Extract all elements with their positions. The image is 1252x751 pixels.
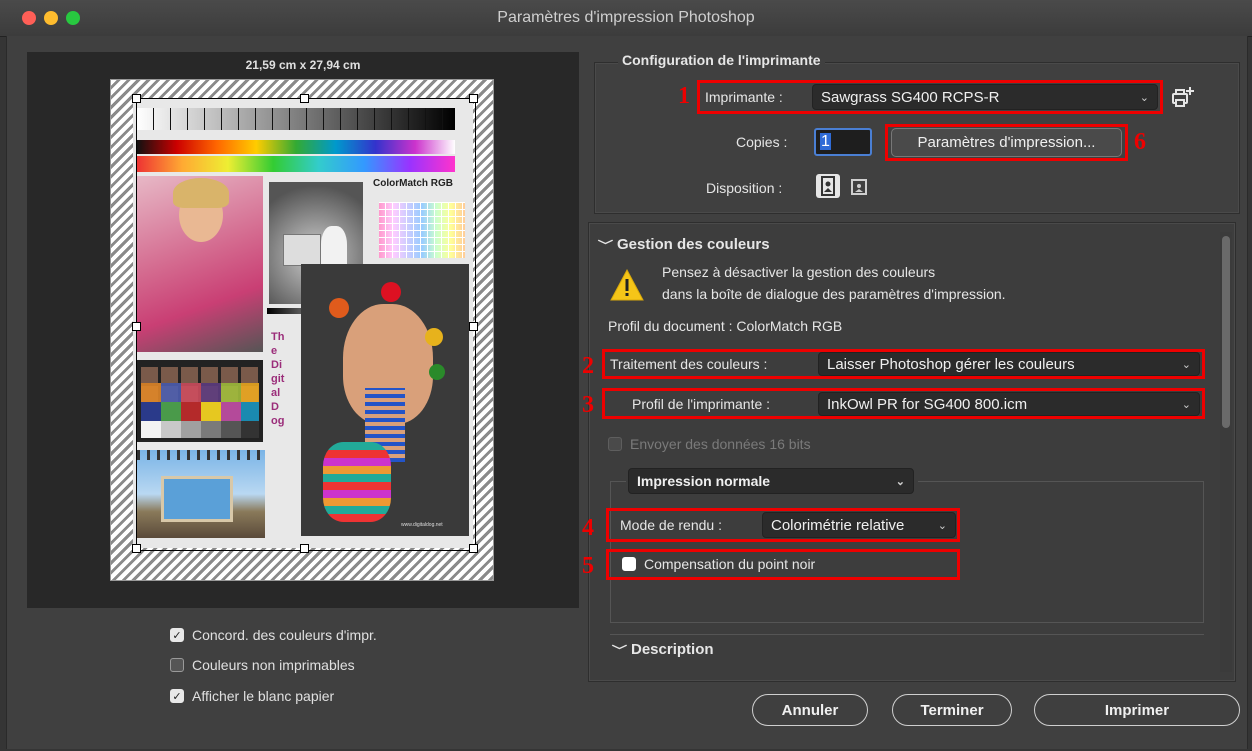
black-point-label: Compensation du point noir	[644, 556, 816, 572]
title-bar: Paramètres d'impression Photoshop	[0, 0, 1252, 37]
black-point-checkbox[interactable]	[622, 557, 636, 571]
gamut-warning-option[interactable]: Couleurs non imprimables	[170, 657, 355, 673]
annotation-6: 6	[1134, 129, 1146, 155]
crop-handle-right[interactable]	[469, 322, 478, 331]
copies-label: Copies :	[736, 134, 788, 150]
document-profile: Profil du document : ColorMatch RGB	[608, 318, 843, 334]
description-heading: Description	[631, 641, 714, 658]
chevron-down-icon: ⌄	[1139, 91, 1149, 104]
printer-profile-value: InkOwl PR for SG400 800.icm	[827, 395, 1028, 413]
scrollbar-thumb[interactable]	[1222, 236, 1230, 428]
show-paper-white-label: Afficher le blanc papier	[192, 688, 335, 704]
annotation-1: 1	[678, 83, 690, 109]
annotation-2: 2	[582, 353, 594, 379]
color-management-heading: Gestion des couleurs	[617, 236, 770, 253]
rendering-intent-value: Colorimétrie relative	[771, 516, 905, 534]
chevron-down-icon: ﹀	[611, 645, 628, 657]
color-management-section-toggle[interactable]: ﹀ Gestion des couleurs	[597, 236, 770, 253]
black-point-option[interactable]: Compensation du point noir	[622, 556, 815, 572]
copies-value: 1	[820, 133, 831, 150]
done-button[interactable]: Terminer	[892, 694, 1012, 726]
gamut-warning-label: Couleurs non imprimables	[192, 657, 355, 673]
match-print-colors-option[interactable]: ✓ Concord. des couleurs d'impr.	[170, 627, 377, 643]
chevron-down-icon: ⌄	[1181, 398, 1191, 411]
paper-dimensions: 21,59 cm x 27,94 cm	[245, 58, 361, 72]
divider	[610, 481, 626, 482]
crop-handle-top[interactable]	[300, 94, 309, 103]
annotation-4: 4	[582, 515, 594, 541]
match-print-colors-checkbox[interactable]: ✓	[170, 628, 184, 642]
chevron-down-icon: ⌄	[937, 519, 947, 532]
layout-label: Disposition :	[706, 180, 783, 196]
printer-select[interactable]: Sawgrass SG400 RCPS-R ⌄	[812, 84, 1158, 110]
printer-profile-label: Profil de l'imprimante :	[632, 396, 771, 412]
warning-line-2: dans la boîte de dialogue des paramètres…	[662, 286, 1006, 302]
send-16bit-option: Envoyer des données 16 bits	[608, 436, 811, 452]
landscape-layout-icon[interactable]	[848, 176, 870, 198]
rendering-intent-select[interactable]: Colorimétrie relative ⌄	[762, 512, 956, 538]
send-16bit-checkbox	[608, 437, 622, 451]
add-printer-icon[interactable]	[1170, 84, 1196, 115]
show-paper-white-checkbox[interactable]: ✓	[170, 689, 184, 703]
divider	[610, 634, 1204, 635]
chevron-down-icon: ⌄	[1181, 358, 1191, 371]
crop-handle-bottom-left[interactable]	[132, 544, 141, 553]
show-paper-white-option[interactable]: ✓ Afficher le blanc papier	[170, 688, 334, 704]
warning-line-1: Pensez à désactiver la gestion des coule…	[662, 264, 936, 280]
crop-bounding-box	[136, 98, 476, 551]
crop-handle-bottom-right[interactable]	[469, 544, 478, 553]
printer-profile-select[interactable]: InkOwl PR for SG400 800.icm ⌄	[818, 392, 1200, 416]
crop-handle-top-left[interactable]	[132, 94, 141, 103]
color-handling-value: Laisser Photoshop gérer les couleurs	[827, 355, 1075, 373]
gamut-warning-checkbox[interactable]	[170, 658, 184, 672]
crop-handle-top-right[interactable]	[469, 94, 478, 103]
settings-scrollbar[interactable]	[1220, 232, 1232, 672]
copies-input[interactable]: 1	[814, 128, 872, 156]
crop-handle-left[interactable]	[132, 322, 141, 331]
rendering-intent-label: Mode de rendu :	[620, 517, 722, 533]
color-handling-label: Traitement des couleurs :	[610, 356, 768, 372]
crop-handle-bottom[interactable]	[300, 544, 309, 553]
send-16bit-label: Envoyer des données 16 bits	[630, 436, 811, 452]
cancel-button[interactable]: Annuler	[752, 694, 868, 726]
print-settings-button[interactable]: Paramètres d'impression...	[891, 128, 1122, 157]
color-handling-select[interactable]: Laisser Photoshop gérer les couleurs ⌄	[818, 352, 1200, 376]
warning-icon	[609, 268, 645, 307]
printer-setup-heading: Configuration de l'imprimante	[618, 52, 825, 68]
printer-select-value: Sawgrass SG400 RCPS-R	[821, 88, 1000, 106]
match-print-colors-label: Concord. des couleurs d'impr.	[192, 627, 377, 643]
description-section-toggle[interactable]: ﹀ Description	[611, 641, 714, 658]
annotation-3: 3	[582, 392, 594, 418]
chevron-down-icon: ﹀	[597, 240, 614, 252]
portrait-layout-icon[interactable]	[816, 174, 840, 198]
print-button[interactable]: Imprimer	[1034, 694, 1240, 726]
printer-label: Imprimante :	[705, 89, 783, 105]
window-title: Paramètres d'impression Photoshop	[497, 9, 755, 26]
annotation-5: 5	[582, 553, 594, 579]
